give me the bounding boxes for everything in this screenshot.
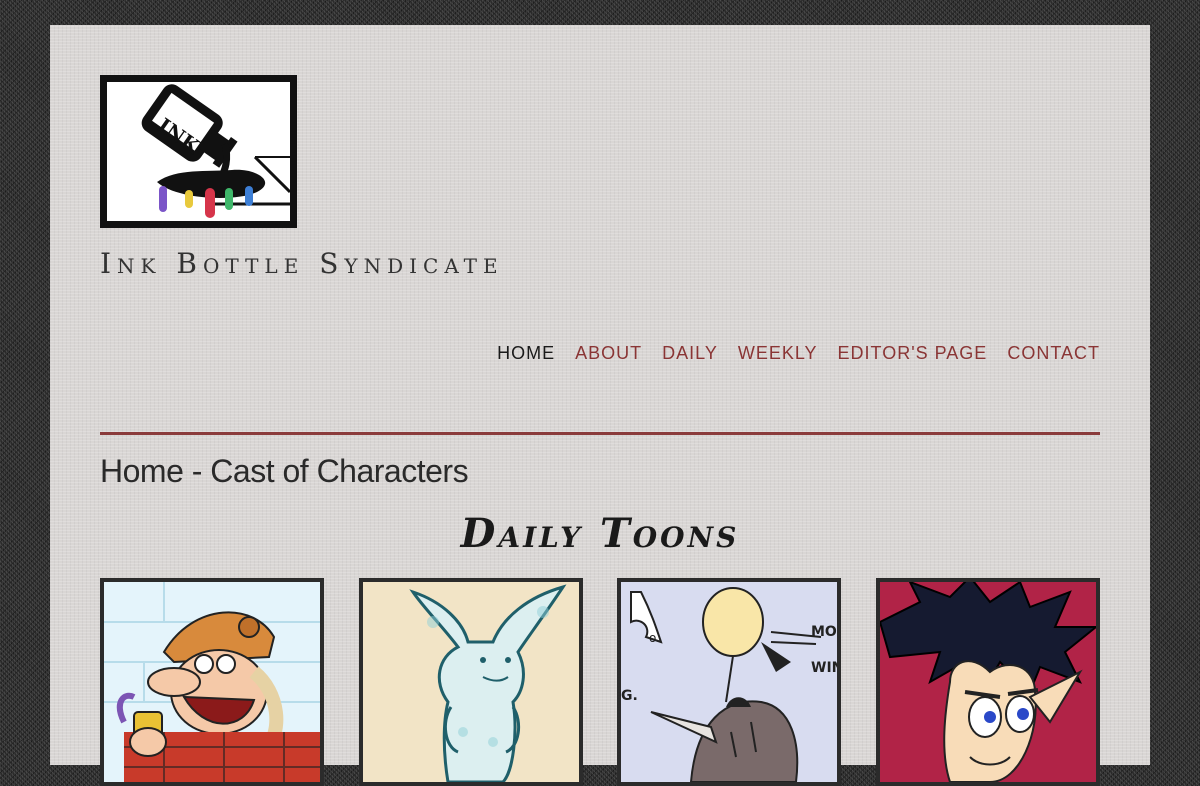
site-logo[interactable]: INK: [100, 75, 297, 228]
nav-about[interactable]: ABOUT: [575, 343, 642, 364]
character-card[interactable]: [876, 578, 1100, 786]
ink-bottle-spill-icon: INK: [141, 84, 290, 218]
nav-daily[interactable]: DAILY: [662, 343, 718, 364]
laughing-man-in-hat-icon: [104, 582, 320, 782]
speech-text: MO: [811, 624, 837, 640]
page-title: Home - Cast of Characters: [100, 453, 469, 489]
page-container: INK Ink Bottle Syndicate HOME ABOUT DAIL…: [50, 25, 1150, 786]
speech-text: G.: [621, 688, 638, 704]
section-heading: Daily Toons: [460, 510, 740, 557]
rabbit-character-icon: [363, 582, 579, 782]
svg-text:o.: o.: [649, 631, 660, 645]
nav-editors-page[interactable]: EDITOR'S PAGE: [838, 343, 988, 364]
nav-contact[interactable]: CONTACT: [1007, 343, 1100, 364]
nav-home[interactable]: HOME: [497, 343, 555, 364]
header-divider: [100, 432, 1100, 435]
nav-weekly[interactable]: WEEKLY: [738, 343, 818, 364]
balloon-bird-icon: o. MO WIN G.: [621, 582, 837, 782]
main-nav: HOME ABOUT DAILY WEEKLY EDITOR'S PAGE CO…: [497, 343, 1100, 364]
character-card[interactable]: o. MO WIN G.: [617, 578, 841, 786]
character-card[interactable]: [359, 578, 583, 786]
spiky-haired-face-icon: [880, 582, 1096, 782]
character-card[interactable]: [100, 578, 324, 786]
speech-text: WIN: [811, 660, 837, 676]
site-title[interactable]: Ink Bottle Syndicate: [100, 247, 504, 280]
